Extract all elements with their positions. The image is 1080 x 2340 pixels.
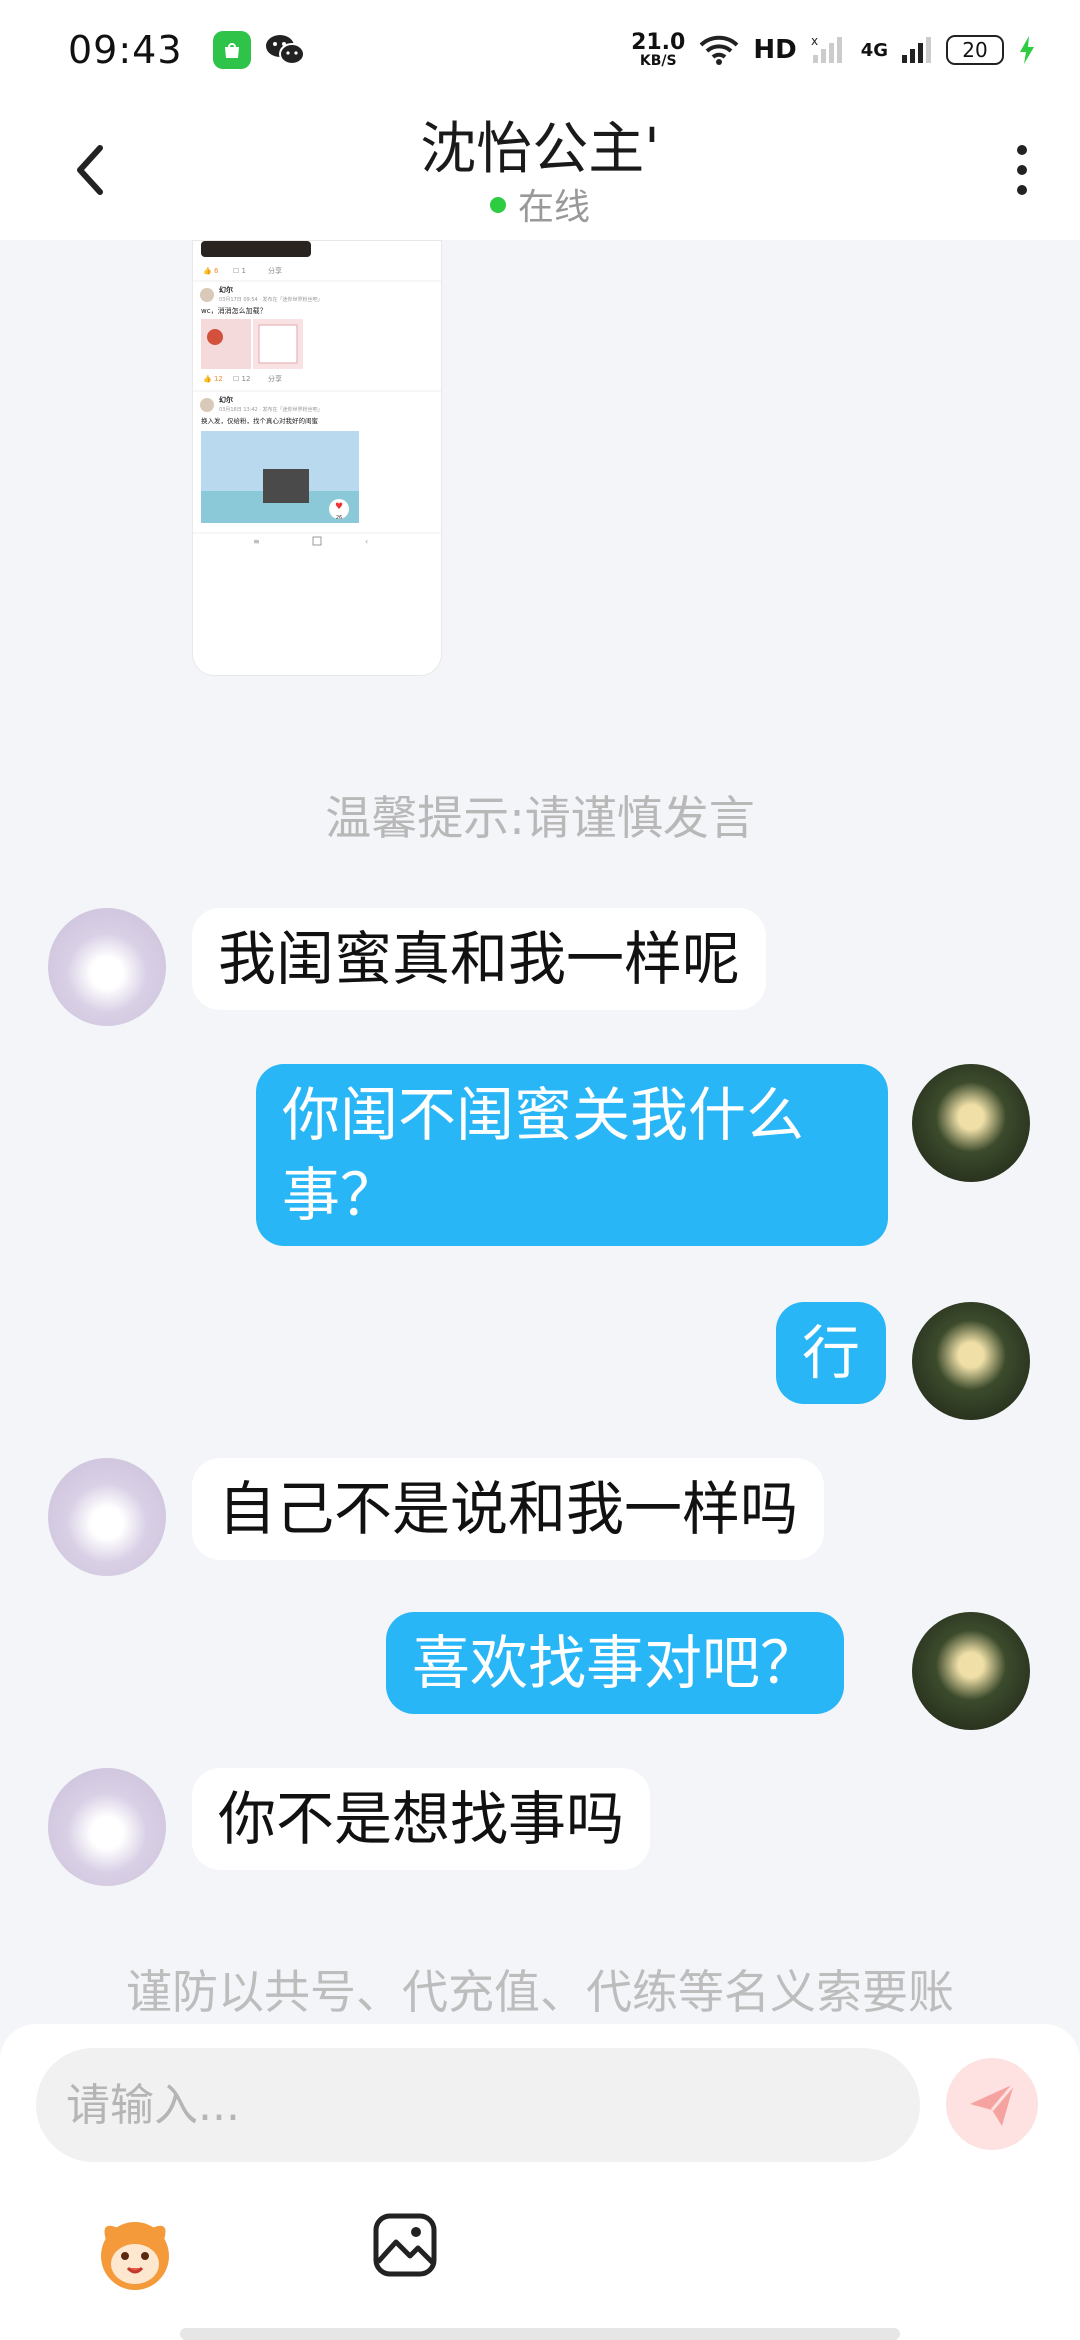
composer-panel — [0, 2024, 1080, 2340]
contact-avatar[interactable] — [48, 908, 166, 1026]
wechat-icon — [265, 35, 305, 65]
online-dot-icon — [489, 197, 506, 213]
svg-text:♥: ♥ — [335, 502, 343, 512]
send-button[interactable] — [946, 2058, 1038, 2150]
svg-text:👍 12: 👍 12 — [203, 374, 223, 383]
svg-text:☐ 12: ☐ 12 — [233, 375, 250, 383]
svg-text:wc，消消怎么加载？: wc，消消怎么加载？ — [201, 306, 267, 315]
my-avatar[interactable] — [912, 1302, 1030, 1420]
network-speed: 21.0 KB/S — [631, 30, 686, 69]
svg-text:☐ 1: ☐ 1 — [233, 267, 246, 275]
battery-indicator: 20 — [946, 35, 1004, 65]
charging-icon — [1020, 36, 1034, 64]
message-outgoing: 行 — [776, 1302, 887, 1404]
svg-text:03月17日 09:54 · 发布在「迷你世界粉丝吧」: 03月17日 09:54 · 发布在「迷你世界粉丝吧」 — [219, 296, 323, 303]
send-icon — [970, 2083, 1016, 2126]
svg-text:分享: 分享 — [268, 266, 282, 275]
svg-text:换入发，仅给粉，找个真心对我好的闺蜜: 换入发，仅给粉，找个真心对我好的闺蜜 — [201, 416, 319, 425]
svg-text:分享: 分享 — [268, 374, 282, 383]
shared-screenshot-image[interactable]: 👍 6 ☐ 1 分享 幻尔 03月17日 09:54 · 发布在「迷你世界粉丝吧… — [192, 240, 442, 676]
my-avatar[interactable] — [912, 1064, 1030, 1182]
contact-name: 沈怡公主' — [420, 117, 660, 182]
chat-header: 沈怡公主' 在线 — [0, 100, 1080, 240]
hd-indicator: HD — [753, 35, 797, 65]
online-status: 在线 — [0, 178, 1080, 230]
svg-text:👍 6: 👍 6 — [203, 266, 219, 275]
home-indicator — [180, 2328, 900, 2340]
more-options-icon[interactable] — [1012, 142, 1032, 198]
wifi-icon — [699, 35, 739, 65]
svg-text:26: 26 — [336, 515, 342, 521]
message-outgoing: 你闺不闺蜜关我什么事？ — [256, 1064, 888, 1246]
message-incoming: 你不是想找事吗 — [192, 1768, 651, 1870]
message-input[interactable] — [36, 2048, 920, 2162]
message-incoming: 自己不是说和我一样吗 — [192, 1458, 825, 1560]
signal-icon-sim2 — [902, 37, 931, 63]
lte-indicator: 4G — [860, 39, 888, 61]
status-bar: 09:43 21.0 KB/S HD x 4G 20 — [0, 0, 1080, 100]
emoji-sticker-icon[interactable] — [92, 2210, 178, 2296]
contact-avatar[interactable] — [48, 1458, 166, 1576]
svg-text:03月16日 13:42 · 发布在「迷你世界粉丝吧」: 03月16日 13:42 · 发布在「迷你世界粉丝吧」 — [219, 406, 323, 413]
message-outgoing: 喜欢找事对吧？ — [386, 1612, 845, 1714]
svg-text:x: x — [811, 35, 818, 48]
svg-text:幻尔: 幻尔 — [219, 285, 233, 294]
caution-tip: 温馨提示:请谨慎发言 — [325, 791, 755, 845]
my-avatar[interactable] — [912, 1612, 1030, 1730]
signal-icon-sim1: x — [811, 35, 842, 63]
svg-text:‹: ‹ — [365, 537, 368, 546]
message-incoming: 我闺蜜真和我一样呢 — [192, 908, 767, 1010]
status-time: 09:43 — [68, 28, 183, 72]
image-picker-icon[interactable] — [372, 2212, 438, 2278]
fraud-warning-tip: 谨防以共号、代充值、代练等名义索要账 — [126, 1965, 954, 2019]
svg-text:≡: ≡ — [253, 537, 260, 546]
contact-avatar[interactable] — [48, 1768, 166, 1886]
svg-text:幻尔: 幻尔 — [219, 395, 233, 404]
shopping-app-icon — [212, 31, 251, 69]
